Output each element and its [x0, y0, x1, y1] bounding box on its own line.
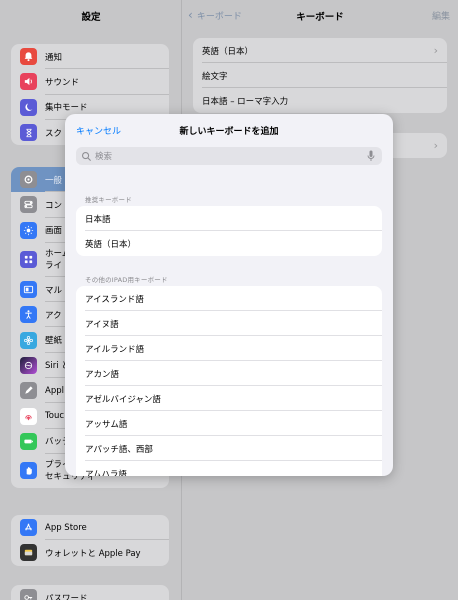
sidebar-item-label: 壁紙 [45, 336, 63, 347]
keyboard-row[interactable]: 日本語 – ローマ字入力 [193, 88, 447, 113]
sidebar-item-label: Touc [45, 411, 65, 422]
sidebar-item-notifications[interactable]: 通知 [11, 44, 169, 70]
sidebar-item-label: コン [45, 200, 63, 211]
keyboard-row[interactable]: 絵文字 [193, 63, 447, 88]
sidebar-item-label: 集中モード [45, 103, 88, 114]
keyboard-row[interactable]: 英語（日本） › [193, 38, 447, 63]
list-item[interactable]: アイスランド語 [76, 286, 382, 311]
edit-button[interactable]: 編集 [432, 9, 450, 22]
sidebar-item-sounds[interactable]: サウンド [11, 69, 169, 95]
wallet-icon [20, 544, 37, 562]
speaker-icon [20, 73, 37, 91]
list-item[interactable]: アカン語 [76, 361, 382, 386]
sidebar-item-label: App Store [45, 522, 87, 533]
list-item[interactable]: アパッチ語、西部 [76, 436, 382, 461]
sidebar-group-3: App Store ウォレットと Apple Pay [11, 515, 169, 566]
pencil-icon [20, 382, 37, 400]
sidebar-item-label: 通知 [45, 52, 63, 63]
sidebar-item-label: スク [45, 128, 63, 139]
sidebar-item-passwords[interactable]: パスワード [11, 585, 169, 600]
accessibility-icon [20, 306, 37, 324]
sidebar-item-label: サウンド [45, 77, 80, 88]
multitask-icon [20, 281, 37, 299]
search-field[interactable]: 検索 [76, 147, 382, 165]
sun-icon [20, 221, 37, 239]
sidebar-item-label: ウォレットと Apple Pay [45, 548, 141, 559]
search-placeholder: 検索 [95, 152, 113, 162]
sidebar-item-label: Appl [45, 385, 64, 396]
other-keyboard-list: アイスランド語 アイヌ語 アイルランド語 アカン語 アゼルバイジャン語 アッサム… [76, 286, 382, 476]
sidebar-item-label: マル [45, 285, 63, 296]
keyboard-label: 絵文字 [202, 71, 228, 82]
sidebar-item-label: 一般 [45, 175, 63, 186]
sidebar-title: 設定 [81, 12, 101, 23]
sidebar-item-wallet[interactable]: ウォレットと Apple Pay [11, 540, 169, 565]
microphone-icon[interactable] [367, 150, 375, 162]
chevron-right-icon: › [433, 139, 438, 152]
fingerprint-icon [20, 407, 37, 425]
page-title: キーボード [296, 12, 344, 23]
search-icon [82, 151, 92, 161]
sidebar-item-app-store[interactable]: App Store [11, 515, 169, 541]
sidebar-item-label: パスワード [45, 593, 88, 600]
keyboard-label: 日本語 – ローマ字入力 [202, 96, 289, 107]
suggested-header: 推奨キーボード [85, 196, 132, 204]
keyboard-list: 英語（日本） › 絵文字 日本語 – ローマ字入力 [193, 38, 447, 113]
flower-icon [20, 331, 37, 349]
chevron-right-icon: › [433, 44, 438, 57]
bell-icon [20, 48, 37, 66]
hand-icon [20, 462, 37, 480]
moon-icon [20, 98, 37, 116]
list-item[interactable]: アイヌ語 [76, 311, 382, 336]
list-item[interactable]: アイルランド語 [76, 336, 382, 361]
switches-icon [20, 196, 37, 214]
appstore-icon [20, 519, 37, 537]
list-item[interactable]: 英語（日本） [76, 231, 382, 256]
hourglass-icon [20, 124, 37, 142]
sidebar-item-label: アク [45, 310, 62, 321]
suggested-keyboard-list: 日本語 英語（日本） [76, 206, 382, 256]
list-item[interactable]: アゼルバイジャン語 [76, 386, 382, 411]
sidebar-item-label: 画面 [45, 226, 63, 237]
grid-icon [20, 251, 37, 269]
other-keyboards-header: その他のIPAD用キーボード [85, 276, 168, 284]
siri-icon [20, 356, 37, 374]
list-item[interactable]: アッサム語 [76, 411, 382, 436]
cancel-button[interactable]: キャンセル [76, 124, 121, 137]
battery-icon [20, 432, 37, 450]
key-icon [20, 589, 37, 600]
list-item[interactable]: 日本語 [76, 206, 382, 231]
gear-icon [20, 171, 37, 189]
keyboard-label: 英語（日本） [202, 46, 254, 57]
list-item[interactable]: アムハラ語 [76, 461, 382, 477]
add-keyboard-sheet: 新しいキーボードを追加 キャンセル 検索 推奨キーボード 日本語 英語（日本） … [65, 114, 393, 476]
sidebar-group-4: パスワード [11, 585, 169, 600]
